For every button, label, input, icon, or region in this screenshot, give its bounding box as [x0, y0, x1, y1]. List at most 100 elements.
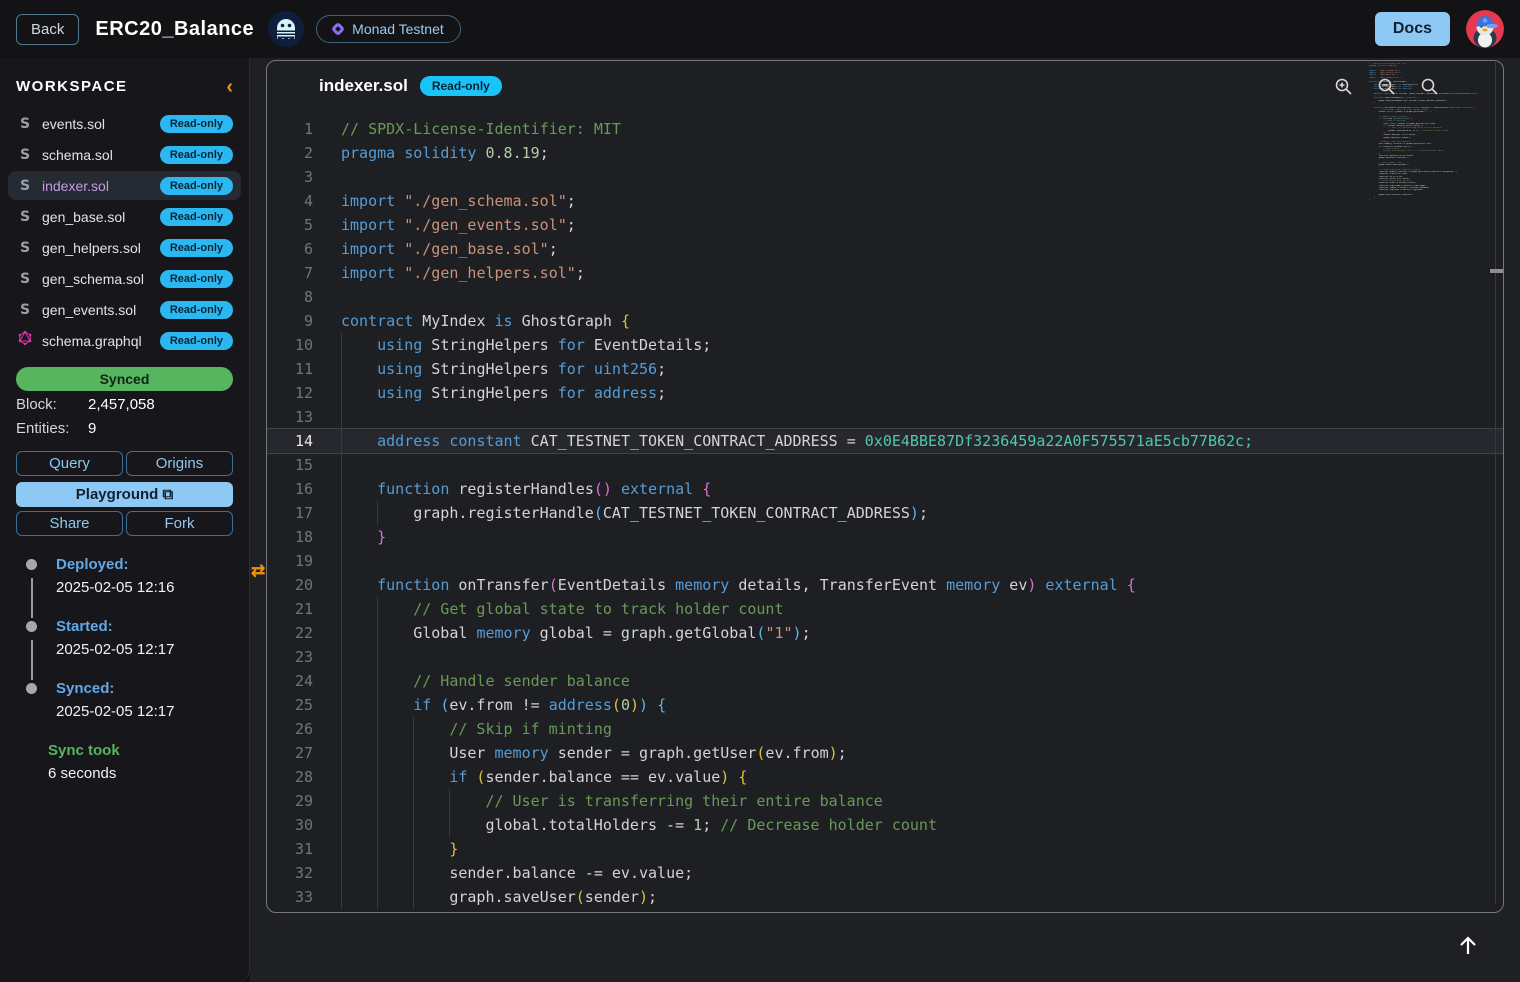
- bottom-panel: [266, 922, 1504, 982]
- main-content: indexer.sol Read-only 1// SPDX-License-I…: [250, 58, 1520, 982]
- page-title: ERC20_Balance: [95, 18, 254, 41]
- line-number: 4: [267, 189, 317, 213]
- code-line: 22Global memory global = graph.getGlobal…: [267, 621, 1503, 645]
- timeline-dot-icon: [26, 621, 37, 632]
- readonly-badge: Read-only: [160, 115, 233, 133]
- code-line: 15: [267, 453, 1503, 477]
- timeline-connector: [31, 640, 33, 680]
- line-number: 30: [267, 813, 317, 837]
- file-name: schema.graphql: [42, 333, 142, 349]
- workspace-sidebar: WORKSPACE ‹ Sevents.sol Read-only Sschema.…: [0, 58, 250, 982]
- file-name: schema.sol: [42, 147, 113, 163]
- origins-button[interactable]: Origins: [126, 451, 233, 476]
- top-bar: Back ERC20_Balance Monad Testnet Docs: [0, 0, 1520, 58]
- line-number: 33: [267, 885, 317, 909]
- code-line: 16function registerHandles() external {: [267, 477, 1503, 501]
- expand-panel-up-arrow-button[interactable]: [1450, 930, 1486, 966]
- code-line: 13: [267, 405, 1503, 429]
- code-line: 20function onTransfer(EventDetails memor…: [267, 573, 1503, 597]
- line-number: 28: [267, 765, 317, 789]
- collapse-sidebar-chevron-icon[interactable]: ‹: [226, 80, 233, 94]
- code-line: 26// Skip if minting: [267, 717, 1503, 741]
- timeline-item: Synced:2025-02-05 12:17: [26, 680, 249, 720]
- query-button[interactable]: Query: [16, 451, 123, 476]
- line-number: 18: [267, 525, 317, 549]
- network-badge-label: Monad Testnet: [352, 21, 444, 37]
- entities-label: Entities:: [16, 420, 88, 437]
- code-line: 4import "./gen_schema.sol";: [267, 189, 1503, 213]
- line-number: 9: [267, 309, 317, 333]
- network-badge[interactable]: Monad Testnet: [316, 15, 461, 43]
- sidebar-item-gen_events.sol[interactable]: Sgen_events.solRead-only: [8, 295, 241, 324]
- sidebar-item-indexer.sol[interactable]: Sindexer.solRead-only: [8, 171, 241, 200]
- minimap[interactable]: // SPDX-License-Identifier: MITpragma so…: [1369, 63, 1477, 201]
- solidity-file-icon: S: [20, 240, 30, 256]
- sidebar-item-schema.graphql[interactable]: schema.graphqlRead-only: [8, 326, 241, 355]
- code-line: 6import "./gen_base.sol";: [267, 237, 1503, 261]
- line-number: 15: [267, 453, 317, 477]
- line-number: 11: [267, 357, 317, 381]
- workspace-header: WORKSPACE: [16, 78, 128, 95]
- block-stat: Block: 2,457,058: [0, 391, 249, 415]
- docs-button[interactable]: Docs: [1375, 12, 1450, 46]
- line-number: 26: [267, 717, 317, 741]
- code-line: 10using StringHelpers for EventDetails;: [267, 333, 1503, 357]
- sync-took-label: Sync took: [48, 742, 249, 759]
- zoom-in-icon[interactable]: [1334, 77, 1353, 96]
- playground-button[interactable]: Playground ⧉: [16, 482, 233, 507]
- line-number: 6: [267, 237, 317, 261]
- block-label: Block:: [16, 396, 88, 413]
- file-name: events.sol: [42, 116, 105, 132]
- share-button[interactable]: Share: [16, 511, 123, 536]
- sidebar-item-gen_helpers.sol[interactable]: Sgen_helpers.solRead-only: [8, 233, 241, 262]
- scrollbar-thumb[interactable]: [1490, 269, 1504, 273]
- line-number: 27: [267, 741, 317, 765]
- playground-label: Playground: [76, 486, 159, 503]
- fork-button[interactable]: Fork: [126, 511, 233, 536]
- code-line: 7import "./gen_helpers.sol";: [267, 261, 1503, 285]
- line-number: 19: [267, 549, 317, 573]
- solidity-file-icon: S: [20, 271, 30, 287]
- sync-took-value: 6 seconds: [48, 765, 249, 782]
- line-number: 22: [267, 621, 317, 645]
- code-line: 25if (ev.from != address(0)) {: [267, 693, 1503, 717]
- code-line: 1// SPDX-License-Identifier: MIT: [267, 117, 1503, 141]
- scrollbar-track[interactable]: [1495, 61, 1496, 904]
- code-line: 14address constant CAT_TESTNET_TOKEN_CON…: [267, 428, 1503, 454]
- entities-value: 9: [88, 420, 96, 437]
- sync-duration: Sync took 6 seconds: [48, 742, 249, 782]
- code-line: 27User memory sender = graph.getUser(ev.…: [267, 741, 1503, 765]
- timeline-value: 2025-02-05 12:17: [56, 703, 249, 720]
- up-arrow-icon: [1457, 934, 1479, 956]
- code-line: 29// User is transferring their entire b…: [267, 789, 1503, 813]
- line-number: 10: [267, 333, 317, 357]
- line-number: 2: [267, 141, 317, 165]
- sidebar-resize-handle[interactable]: ⇄: [251, 561, 265, 581]
- status-badge: Synced: [16, 367, 233, 391]
- back-button[interactable]: Back: [16, 14, 79, 45]
- user-avatar[interactable]: [1466, 10, 1504, 48]
- code-line: 18}: [267, 525, 1503, 549]
- file-list: Sevents.solRead-onlySschema.solRead-only…: [0, 109, 249, 355]
- readonly-badge: Read-only: [160, 208, 233, 226]
- line-number: 17: [267, 501, 317, 525]
- code-line: 2pragma solidity 0.8.19;: [267, 141, 1503, 165]
- code-line: 30global.totalHolders -= 1; // Decrease …: [267, 813, 1503, 837]
- file-name: gen_events.sol: [42, 302, 136, 318]
- sidebar-item-schema.sol[interactable]: Sschema.solRead-only: [8, 140, 241, 169]
- external-link-icon: ⧉: [162, 486, 173, 503]
- timeline-dot-icon: [26, 683, 37, 694]
- block-value: 2,457,058: [88, 396, 155, 413]
- line-number: 3: [267, 165, 317, 189]
- sidebar-item-gen_schema.sol[interactable]: Sgen_schema.solRead-only: [8, 264, 241, 293]
- code-line: 21// Get global state to track holder co…: [267, 597, 1503, 621]
- line-number: 31: [267, 837, 317, 861]
- sidebar-item-gen_base.sol[interactable]: Sgen_base.solRead-only: [8, 202, 241, 231]
- readonly-badge: Read-only: [160, 239, 233, 257]
- line-number: 16: [267, 477, 317, 501]
- code-line: 17graph.registerHandle(CAT_TESTNET_TOKEN…: [267, 501, 1503, 525]
- solidity-file-icon: S: [20, 178, 30, 194]
- line-number: 5: [267, 213, 317, 237]
- sidebar-item-events.sol[interactable]: Sevents.solRead-only: [8, 109, 241, 138]
- code-line: 23: [267, 645, 1503, 669]
